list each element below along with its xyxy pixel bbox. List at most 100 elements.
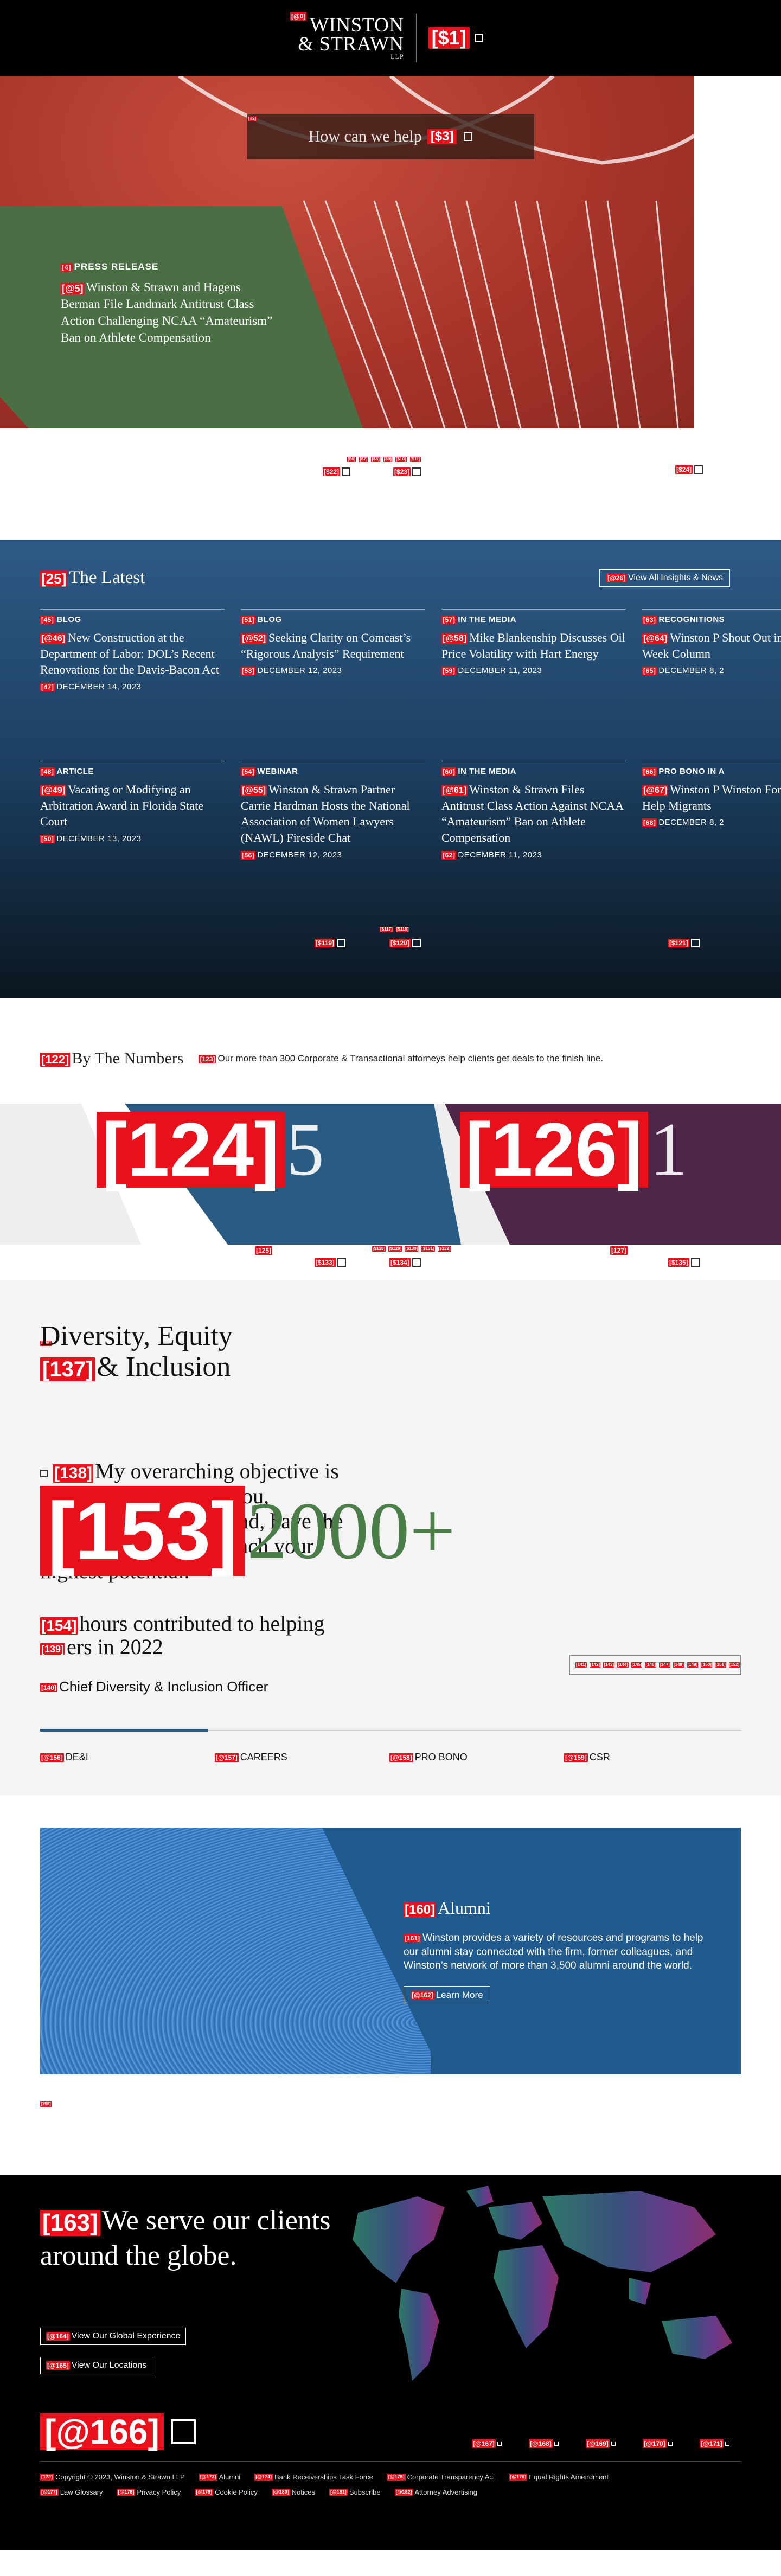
carousel-dot[interactable]: [148] [673, 1662, 684, 1668]
view-all-insights-button[interactable]: [@26] View All Insights & News [599, 569, 730, 587]
global-experience-button[interactable]: [@164] View Our Global Experience [40, 2328, 187, 2345]
global-footer-section: [163] We serve our clients around the glo… [0, 2175, 781, 2550]
latest-next-button[interactable]: [$120] [389, 939, 421, 947]
carousel-dot[interactable]: [151] [714, 1662, 726, 1668]
learn-more-button[interactable]: [@162] Learn More [404, 1985, 490, 2004]
social-link[interactable]: [@168] [529, 2439, 559, 2448]
social-link[interactable]: [@167] [472, 2439, 502, 2448]
carousel-dot[interactable]: [$7] [359, 457, 368, 462]
social-link[interactable]: [@170] [643, 2439, 673, 2448]
news-card[interactable]: [66] PRO BONO IN A [@67] Winston P Winston… [642, 761, 781, 891]
footer-logo-tag: [@166] [40, 2413, 164, 2450]
title-tag: [@46] [40, 633, 67, 644]
site-logo[interactable]: [@0] WINSTON & STRAWN LLP [$1] [290, 12, 483, 62]
carousel-dot[interactable]: [$128] [372, 1246, 386, 1252]
footer-link-alumni[interactable]: [@173] Alumni [199, 2473, 240, 2481]
footer-link-attorney-advertising[interactable]: [@182] Attorney Advertising [394, 2488, 477, 2496]
carousel-dot[interactable]: [147] [659, 1662, 670, 1668]
chevron-left-icon [342, 467, 351, 476]
carousel-dot[interactable]: [152] [728, 1662, 740, 1668]
carousel-dot[interactable]: [$118] [395, 927, 409, 932]
social-link[interactable]: [@171] [700, 2439, 729, 2448]
numbers-pause-button[interactable]: [$135] [668, 1258, 700, 1267]
tab-csr[interactable]: [@159] CSR [564, 1752, 610, 1763]
featured-press-release[interactable]: [4] PRESS RELEASE [@5] Winston & Strawn an… [61, 261, 278, 346]
footer-logo[interactable]: [@166] [40, 2413, 196, 2450]
carousel-dot[interactable]: [$129] [388, 1246, 402, 1252]
footer-link-subscribe[interactable]: [@181] Subscribe [329, 2488, 381, 2496]
kicker-tag: [63] [642, 616, 657, 625]
press-title[interactable]: Winston & Strawn and Hagens Berman File … [61, 280, 272, 344]
carousel-dot[interactable]: [145] [631, 1662, 643, 1668]
numbers-prev-button[interactable]: [$133] [315, 1258, 346, 1267]
numbers-next-button[interactable]: [$134] [389, 1258, 421, 1267]
carousel-dot[interactable]: [142] [589, 1662, 601, 1668]
carousel-dot[interactable]: [$9] [383, 457, 392, 462]
card-title[interactable]: New Construction at the Department of La… [40, 631, 219, 676]
pause-button[interactable]: [$24] [675, 465, 703, 474]
next-button[interactable]: [$23] [393, 467, 421, 476]
carousel-dot[interactable]: [$131] [421, 1246, 435, 1252]
carousel-dot[interactable]: [$130] [405, 1246, 419, 1252]
footer-link-law-glossary[interactable]: [@177] Law Glossary [40, 2488, 103, 2496]
carousel-dot[interactable]: [$132] [437, 1246, 451, 1252]
carousel-dot[interactable]: [$11] [409, 457, 421, 462]
dei-role-tag: [140] [40, 1683, 58, 1693]
menu-icon [474, 34, 483, 42]
search-icon[interactable] [464, 132, 473, 141]
carousel-dot[interactable]: [$6] [347, 457, 356, 462]
carousel-dot[interactable]: [149] [687, 1662, 699, 1668]
pause-tag: [$24] [675, 465, 693, 474]
news-card[interactable]: [48] ARTICLE [@49] Vacating or Modifying a… [40, 761, 225, 891]
stat1-tag: [124] [97, 1112, 285, 1188]
card-kicker: PRO BONO IN A [658, 767, 725, 776]
menu-button[interactable]: [$1] [428, 27, 483, 49]
prev-button[interactable]: [$22] [323, 467, 351, 476]
carousel-dot[interactable]: [143] [603, 1662, 615, 1668]
social-tag: [@169] [586, 2439, 610, 2448]
latest-pause-button[interactable]: [$121] [668, 939, 700, 947]
social-tag: [@170] [643, 2439, 667, 2448]
footer-link-corporate-transparency[interactable]: [@175] Corporate Transparency Act [387, 2473, 495, 2481]
logo-wordmark: WINSTON & STRAWN LLP [298, 14, 404, 61]
tab-careers[interactable]: [@157] CAREERS [215, 1752, 287, 1763]
card-kicker: WEBINAR [257, 767, 298, 776]
news-card[interactable]: [51] BLOG [@52] Seeking Clarity on Comcast… [241, 609, 425, 739]
latest-prev-button[interactable]: [$119] [315, 939, 346, 947]
carousel-dot[interactable]: [141] [575, 1662, 587, 1668]
carousel-dot[interactable]: [$8] [371, 457, 380, 462]
hero-carousel-controls: [$6] [$7] [$8] [$9] [$10] [$11] [$22] [$… [0, 428, 781, 540]
dei-stat-tag: [153] [40, 1486, 246, 1576]
news-card[interactable]: [57] IN THE MEDIA [@58] Mike Blankenship D… [441, 609, 626, 739]
dei-stat-caption-tag: [154] [40, 1617, 78, 1635]
card-title[interactable]: Mike Blankenship Discusses Oil Price Vol… [441, 631, 625, 661]
locations-button[interactable]: [@165] View Our Locations [40, 2357, 153, 2374]
tab-tag: [@158] [389, 1753, 413, 1762]
footer-link-privacy[interactable]: [@178] Privacy Policy [117, 2488, 181, 2496]
footer-link-bank-receiverships[interactable]: [@174] Bank Receiverships Task Force [254, 2473, 373, 2481]
carousel-dot[interactable]: [$117] [380, 927, 393, 932]
carousel-dot[interactable]: [144] [617, 1662, 629, 1668]
search-input[interactable]: How can we help [309, 127, 422, 146]
stat2-caption-tag: [127] [610, 1246, 628, 1255]
news-card[interactable]: [54] WEBINAR [@55] Winston & Strawn Partne… [241, 761, 425, 891]
alumni-title: [160] Alumni [404, 1898, 491, 1918]
carousel-dot[interactable]: [150] [701, 1662, 712, 1668]
tab-pro-bono[interactable]: [@158] PRO BONO [389, 1752, 468, 1763]
numbers-section: [122] By The Numbers [123] Our more than 3… [0, 998, 781, 1280]
carousel-dot[interactable]: [146] [645, 1662, 657, 1668]
carousel-dot[interactable]: [$10] [395, 457, 407, 462]
footer-links-row1: [172] Copyright © 2023, Winston & Strawn … [40, 2473, 609, 2481]
title-tag: [@52] [241, 633, 267, 644]
news-card[interactable]: [45] BLOG [@46] New Construction at the De… [40, 609, 225, 739]
footer-link-equal-rights[interactable]: [@176] Equal Rights Amendment [509, 2473, 609, 2481]
footer-link-notices[interactable]: [@180] Notices [271, 2488, 315, 2496]
news-card[interactable]: [60] IN THE MEDIA [@61] Winston & Strawn F… [441, 761, 626, 891]
site-search[interactable]: [#2] How can we help [$3] [247, 114, 534, 159]
card-title[interactable]: Winston & Strawn Files Antitrust Class A… [441, 783, 623, 844]
tab-dei[interactable]: [@156] DE&I [40, 1752, 88, 1763]
social-link[interactable]: [@169] [586, 2439, 616, 2448]
footer-link-cookie[interactable]: [@179] Cookie Policy [195, 2488, 258, 2496]
site-header: [@0] WINSTON & STRAWN LLP [$1] [0, 0, 781, 76]
news-card[interactable]: [63] RECOGNITIONS [@64] Winston P Shout Ou… [642, 609, 781, 739]
